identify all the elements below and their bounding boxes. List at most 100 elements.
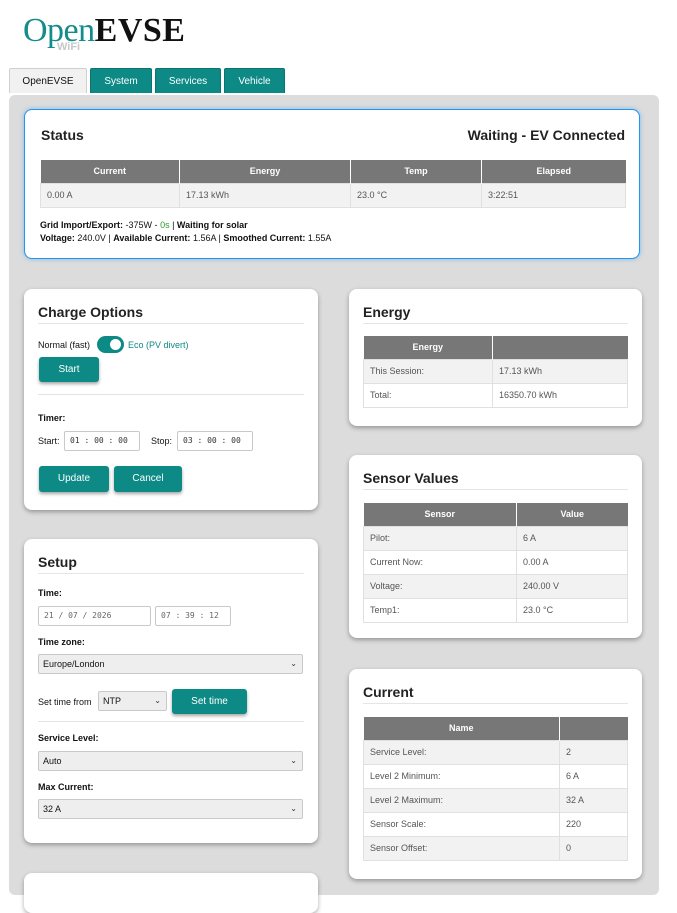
current-header-value: [559, 717, 628, 740]
service-level-select[interactable]: Auto ⌄: [38, 751, 303, 771]
grid-time: 0s: [160, 220, 170, 230]
table-row: Service Level: 2: [363, 739, 628, 765]
status-header-elapsed: Elapsed: [481, 160, 626, 183]
timer-stop-label: Stop:: [151, 436, 173, 446]
current-value: 0: [559, 835, 628, 861]
current-value: 6 A: [559, 763, 628, 789]
status-value-energy: 17.13 kWh: [179, 182, 351, 208]
status-value-temp: 23.0 °C: [350, 182, 482, 208]
status-state: Waiting - EV Connected: [467, 127, 625, 143]
table-row: Temp1: 23.0 °C: [363, 597, 628, 623]
sensor-table: Sensor Value Pilot: 6 A Current Now: 0.0…: [363, 503, 628, 623]
charge-mode-toggle[interactable]: [97, 336, 124, 353]
divider: [38, 721, 304, 722]
toggle-knob: [110, 339, 121, 350]
table-row: Voltage: 240.00 V: [363, 573, 628, 599]
sensor-header-value: Value: [516, 503, 628, 526]
available-value: 1.56A: [192, 233, 216, 243]
timezone-select[interactable]: Europe/London ⌄: [38, 654, 303, 674]
status-header-temp: Temp: [350, 160, 482, 183]
max-current-value: 32 A: [43, 804, 62, 814]
status-title: Status: [41, 127, 84, 143]
status-header-energy: Energy: [179, 160, 351, 183]
start-button[interactable]: Start: [39, 357, 99, 382]
title-divider: [363, 323, 628, 324]
sensor-name: Voltage:: [363, 573, 517, 599]
table-row: Level 2 Minimum: 6 A: [363, 763, 628, 789]
energy-card: Energy Energy This Session: 17.13 kWh To…: [349, 289, 642, 426]
table-row: Level 2 Maximum: 32 A: [363, 787, 628, 813]
status-header-current: Current: [40, 160, 180, 183]
sensor-value: 23.0 °C: [516, 597, 628, 623]
tab-system[interactable]: System: [90, 68, 152, 93]
status-value-elapsed: 3:22:51: [481, 182, 626, 208]
available-label: Available Current:: [113, 233, 191, 243]
service-level-label: Service Level:: [38, 733, 99, 743]
timezone-label: Time zone:: [38, 637, 85, 647]
tab-openevse[interactable]: OpenEVSE: [9, 68, 87, 93]
cancel-button[interactable]: Cancel: [114, 466, 182, 492]
setup-card: Setup Time: 21 / 07 / 2026 07 : 39 : 12 …: [24, 539, 318, 843]
current-header-name: Name: [363, 717, 560, 740]
table-header-row: Current Energy Temp Elapsed: [40, 160, 626, 183]
grid-value: -375W: [125, 220, 153, 230]
sensor-value: 6 A: [516, 525, 628, 551]
time-label: Time:: [38, 588, 62, 598]
chevron-down-icon: ⌄: [290, 659, 297, 668]
table-row: Current Now: 0.00 A: [363, 549, 628, 575]
set-time-from-select[interactable]: NTP ⌄: [98, 691, 167, 711]
timer-label: Timer:: [38, 413, 66, 423]
timer-start-label: Start:: [38, 436, 60, 446]
normal-label: Normal (fast): [38, 340, 91, 350]
voltage-line: Voltage: 240.0V | Available Current: 1.5…: [40, 233, 332, 243]
current-name: Sensor Offset:: [363, 835, 560, 861]
tab-vehicle[interactable]: Vehicle: [224, 68, 285, 93]
energy-total-label: Total:: [363, 382, 493, 408]
sensor-value: 240.00 V: [516, 573, 628, 599]
sensor-name: Temp1:: [363, 597, 517, 623]
title-divider: [363, 489, 628, 490]
tab-services[interactable]: Services: [155, 68, 221, 93]
table-row: Pilot: 6 A: [363, 525, 628, 551]
title-divider: [38, 323, 304, 324]
energy-table: Energy This Session: 17.13 kWh Total: 16…: [363, 336, 628, 408]
charge-options-title: Charge Options: [38, 304, 144, 320]
sensor-header-sensor: Sensor: [363, 503, 517, 526]
time-input[interactable]: 07 : 39 : 12: [155, 606, 231, 626]
divider: [38, 394, 304, 395]
smoothed-label: Smoothed Current:: [223, 233, 306, 243]
eco-label: Eco (PV divert): [128, 340, 189, 350]
logo-wifi: WiFi: [57, 41, 81, 53]
next-card: [24, 873, 318, 913]
timer-start-input[interactable]: 01 : 00 : 00: [64, 431, 140, 451]
grid-label: Grid Import/Export:: [40, 220, 123, 230]
chevron-down-icon: ⌄: [154, 696, 161, 705]
current-table: Name Service Level: 2 Level 2 Minimum: 6…: [363, 717, 628, 861]
service-level-value: Auto: [43, 756, 62, 766]
table-row: Sensor Scale: 220: [363, 811, 628, 837]
table-row: This Session: 17.13 kWh: [363, 358, 628, 384]
status-card: Status Waiting - EV Connected Current En…: [24, 109, 640, 259]
voltage-value: 240.0V: [77, 233, 106, 243]
table-row: Sensor Offset: 0: [363, 835, 628, 861]
current-value: 220: [559, 811, 628, 837]
date-input[interactable]: 21 / 07 / 2026: [38, 606, 151, 626]
sensor-name: Current Now:: [363, 549, 517, 575]
energy-session-label: This Session:: [363, 358, 493, 384]
set-time-button[interactable]: Set time: [172, 689, 247, 714]
table-row: Total: 16350.70 kWh: [363, 382, 628, 408]
current-value: 2: [559, 739, 628, 765]
timer-stop-input[interactable]: 03 : 00 : 00: [177, 431, 253, 451]
sensor-value: 0.00 A: [516, 549, 628, 575]
energy-total-value: 16350.70 kWh: [492, 382, 628, 408]
current-value: 32 A: [559, 787, 628, 813]
table-header-row: Name: [363, 717, 628, 740]
set-time-from-label: Set time from: [38, 697, 92, 707]
current-card: Current Name Service Level: 2 Level 2 Mi…: [349, 669, 642, 879]
title-divider: [363, 703, 628, 704]
update-button[interactable]: Update: [39, 466, 109, 492]
charge-options-card: Charge Options Normal (fast) Eco (PV div…: [24, 289, 318, 510]
current-name: Service Level:: [363, 739, 560, 765]
logo: OpenEVSE WiFi: [23, 14, 185, 53]
max-current-select[interactable]: 32 A ⌄: [38, 799, 303, 819]
